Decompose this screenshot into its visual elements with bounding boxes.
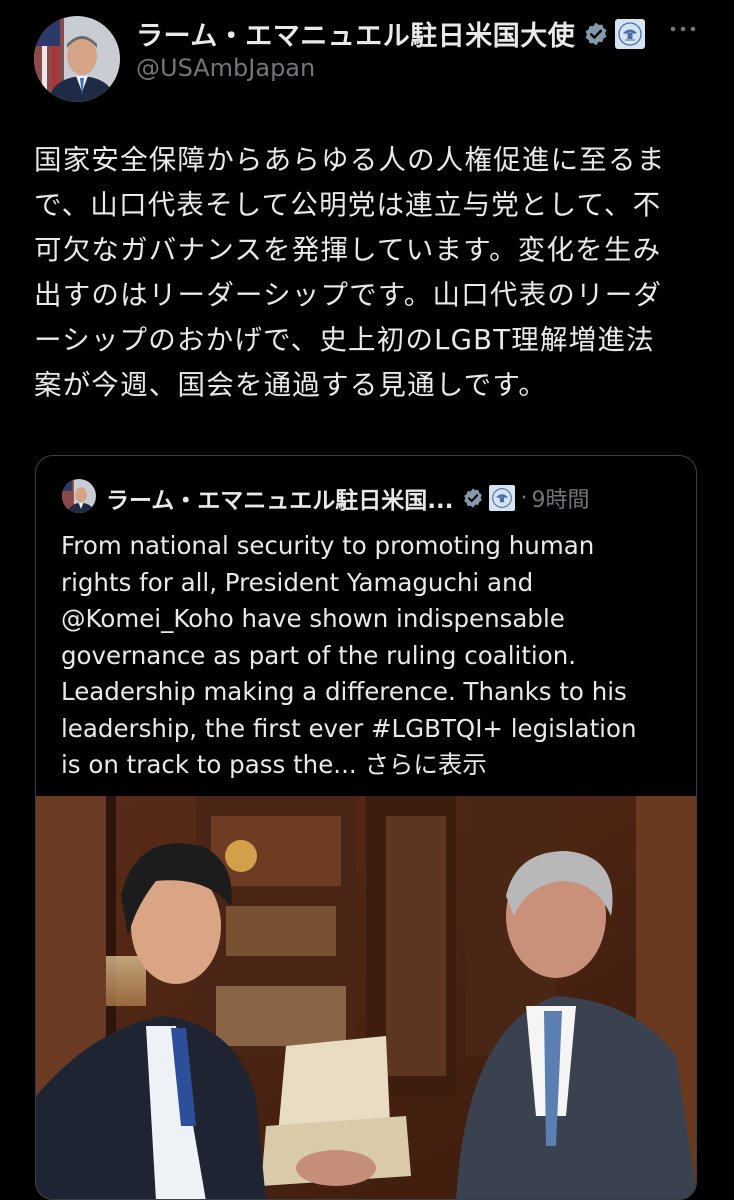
more-options-icon[interactable] xyxy=(668,18,698,44)
verified-badge-icon xyxy=(463,488,482,508)
separator-dot: · xyxy=(520,485,528,511)
quoted-tweet-text: From national security to promoting huma… xyxy=(61,528,681,784)
verified-badge-icon xyxy=(585,22,607,45)
author-name-row[interactable]: ラーム・エマニュエル駐日米国大使 xyxy=(136,14,646,53)
quoted-author-name[interactable]: ラーム・エマニュエル駐日米国... xyxy=(106,481,454,515)
show-more-link[interactable]: さらに表示 xyxy=(364,750,487,779)
quoted-author-row[interactable]: ラーム・エマニュエル駐日米国... · 9時間 xyxy=(106,481,590,515)
author-display-name[interactable]: ラーム・エマニュエル駐日米国大使 xyxy=(136,14,575,53)
tweet-text: 国家安全保障からあらゆる人の人権促進に至るま で、山口代表そして公明党は連立与党… xyxy=(34,144,666,401)
government-seal-icon xyxy=(615,18,646,49)
author-avatar[interactable] xyxy=(34,16,120,102)
quoted-text-body: From national security to promoting huma… xyxy=(61,531,637,779)
author-handle[interactable]: @USAmbJapan xyxy=(136,54,315,82)
quoted-timestamp[interactable]: 9時間 xyxy=(532,482,590,514)
tweet-header: ラーム・エマニュエル駐日米国大使 @USAmbJapan xyxy=(0,0,734,110)
quoted-author-avatar[interactable] xyxy=(62,479,96,513)
quoted-tweet[interactable]: ラーム・エマニュエル駐日米国... · 9時間 From national se… xyxy=(35,455,697,1200)
quoted-tweet-photo[interactable] xyxy=(36,796,697,1200)
government-seal-icon xyxy=(488,485,515,511)
